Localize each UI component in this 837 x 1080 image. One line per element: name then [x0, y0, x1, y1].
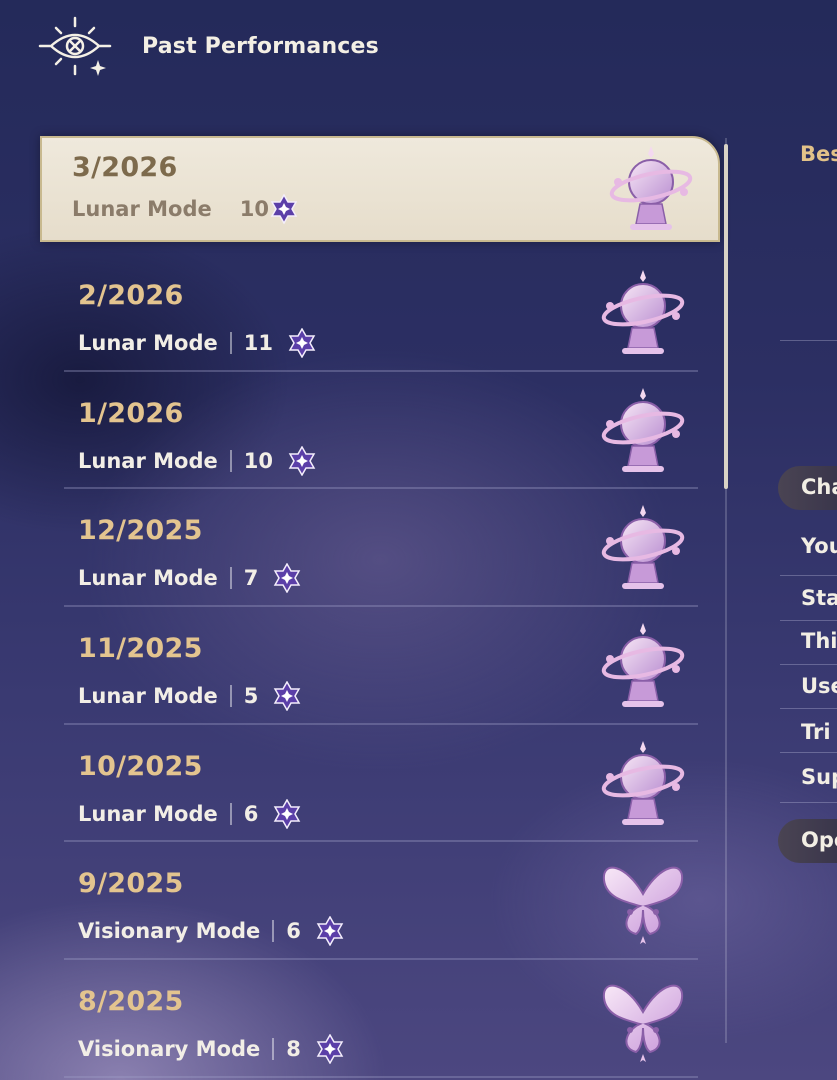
star-icon: [287, 327, 317, 359]
star-icon: [269, 193, 299, 225]
record-mode: Lunar Mode: [72, 197, 212, 221]
record-summary: Lunar Mode 11: [78, 327, 317, 359]
scrollbar-thumb[interactable]: [724, 144, 728, 489]
orb-emblem-icon: [604, 142, 698, 236]
panel-divider: [780, 664, 837, 665]
scrollbar[interactable]: [724, 138, 728, 1043]
separator: [229, 802, 232, 825]
tab-challenge[interactable]: Cha: [778, 466, 837, 510]
record-stars: 11: [243, 331, 273, 355]
record-row[interactable]: 9/2025 Visionary Mode 6: [40, 842, 720, 961]
record-mode: Lunar Mode: [78, 684, 218, 709]
panel-divider: [780, 575, 837, 576]
record-summary: Visionary Mode 8: [78, 1033, 345, 1065]
record-row[interactable]: 1/2026 Lunar Mode 10: [40, 372, 720, 490]
star-icon: [272, 680, 302, 712]
page-title: Past Performances: [142, 33, 379, 59]
header: Past Performances: [38, 14, 379, 78]
orb-emblem-icon: [596, 737, 690, 831]
panel-divider: [780, 340, 837, 341]
tab-challenge-label: Cha: [801, 475, 837, 499]
record-row[interactable]: 2/2026 Lunar Mode 11: [40, 254, 720, 372]
record-mode: Visionary Mode: [78, 919, 261, 944]
panel-divider: [780, 620, 837, 621]
butterfly-emblem-icon: [596, 972, 690, 1066]
record-summary: Lunar Mode 10: [72, 193, 299, 225]
record-mode: Lunar Mode: [78, 448, 218, 473]
record-date: 11/2025: [78, 633, 203, 665]
record-stars: 10: [239, 197, 269, 221]
orb-emblem-icon: [596, 501, 690, 595]
star-icon: [287, 445, 317, 477]
record-stars: 6: [243, 801, 259, 826]
star-icon: [315, 915, 345, 947]
record-stars: 8: [286, 1037, 301, 1062]
butterfly-emblem-icon: [596, 854, 690, 948]
panel-item: Sup: [801, 765, 837, 789]
record-date: 1/2026: [78, 397, 184, 429]
panel-item: Tri: [801, 720, 831, 744]
record-row[interactable]: 8/2025 Visionary Mode 8: [40, 960, 720, 1078]
tab-open-label: Ope: [801, 828, 837, 852]
record-row[interactable]: 11/2025 Lunar Mode 5: [40, 607, 720, 725]
panel-item: Sta: [801, 586, 837, 610]
record-stars: 10: [243, 448, 273, 473]
panel-item: Thi: [801, 629, 837, 653]
record-date: 10/2025: [78, 750, 203, 782]
best-label: Bes: [800, 142, 837, 166]
record-date: 3/2026: [72, 152, 178, 183]
tab-open[interactable]: Ope: [778, 819, 837, 863]
panel-item: Use: [801, 674, 837, 698]
star-icon: [272, 798, 302, 830]
orb-emblem-icon: [596, 266, 690, 360]
orb-emblem-icon: [596, 384, 690, 478]
record-mode: Lunar Mode: [78, 566, 218, 591]
detail-panel: Bes Cha You Sta Thi Use Tri Sup Ope: [778, 0, 837, 1080]
star-icon: [315, 1033, 345, 1065]
panel-divider: [780, 708, 837, 709]
record-date: 2/2026: [78, 280, 184, 311]
separator: [272, 1038, 275, 1061]
record-date: 12/2025: [78, 515, 203, 547]
separator: [272, 920, 275, 943]
panel-divider: [780, 752, 837, 753]
record-row-selected[interactable]: 3/2026 Lunar Mode 10: [40, 136, 720, 242]
record-summary: Lunar Mode 7: [78, 562, 302, 594]
record-summary: Lunar Mode 10: [78, 445, 317, 477]
star-icon: [272, 562, 302, 594]
record-summary: Lunar Mode 5: [78, 680, 302, 712]
record-mode: Lunar Mode: [78, 801, 218, 826]
separator: [229, 332, 232, 354]
separator: [229, 685, 232, 708]
record-row[interactable]: 10/2025 Lunar Mode 6: [40, 725, 720, 843]
separator: [229, 449, 232, 472]
row-divider: [64, 1075, 698, 1078]
record-stars: 7: [243, 566, 259, 591]
record-date: 9/2025: [78, 868, 184, 900]
record-row[interactable]: 12/2025 Lunar Mode 7: [40, 489, 720, 608]
record-stars: 6: [286, 919, 301, 944]
panel-item: You: [801, 534, 837, 558]
record-date: 8/2025: [78, 986, 184, 1018]
records-list[interactable]: 3/2026 Lunar Mode 10 2/2026 Lunar Mode 11 1/20…: [40, 136, 720, 1078]
record-stars: 5: [243, 684, 259, 709]
record-summary: Visionary Mode 6: [78, 915, 345, 947]
orb-emblem-icon: [596, 619, 690, 713]
record-summary: Lunar Mode 6: [78, 798, 302, 830]
eye-sun-icon: [38, 16, 112, 76]
record-mode: Lunar Mode: [78, 331, 218, 355]
panel-divider: [780, 802, 837, 803]
record-mode: Visionary Mode: [78, 1037, 261, 1062]
separator: [229, 567, 232, 590]
